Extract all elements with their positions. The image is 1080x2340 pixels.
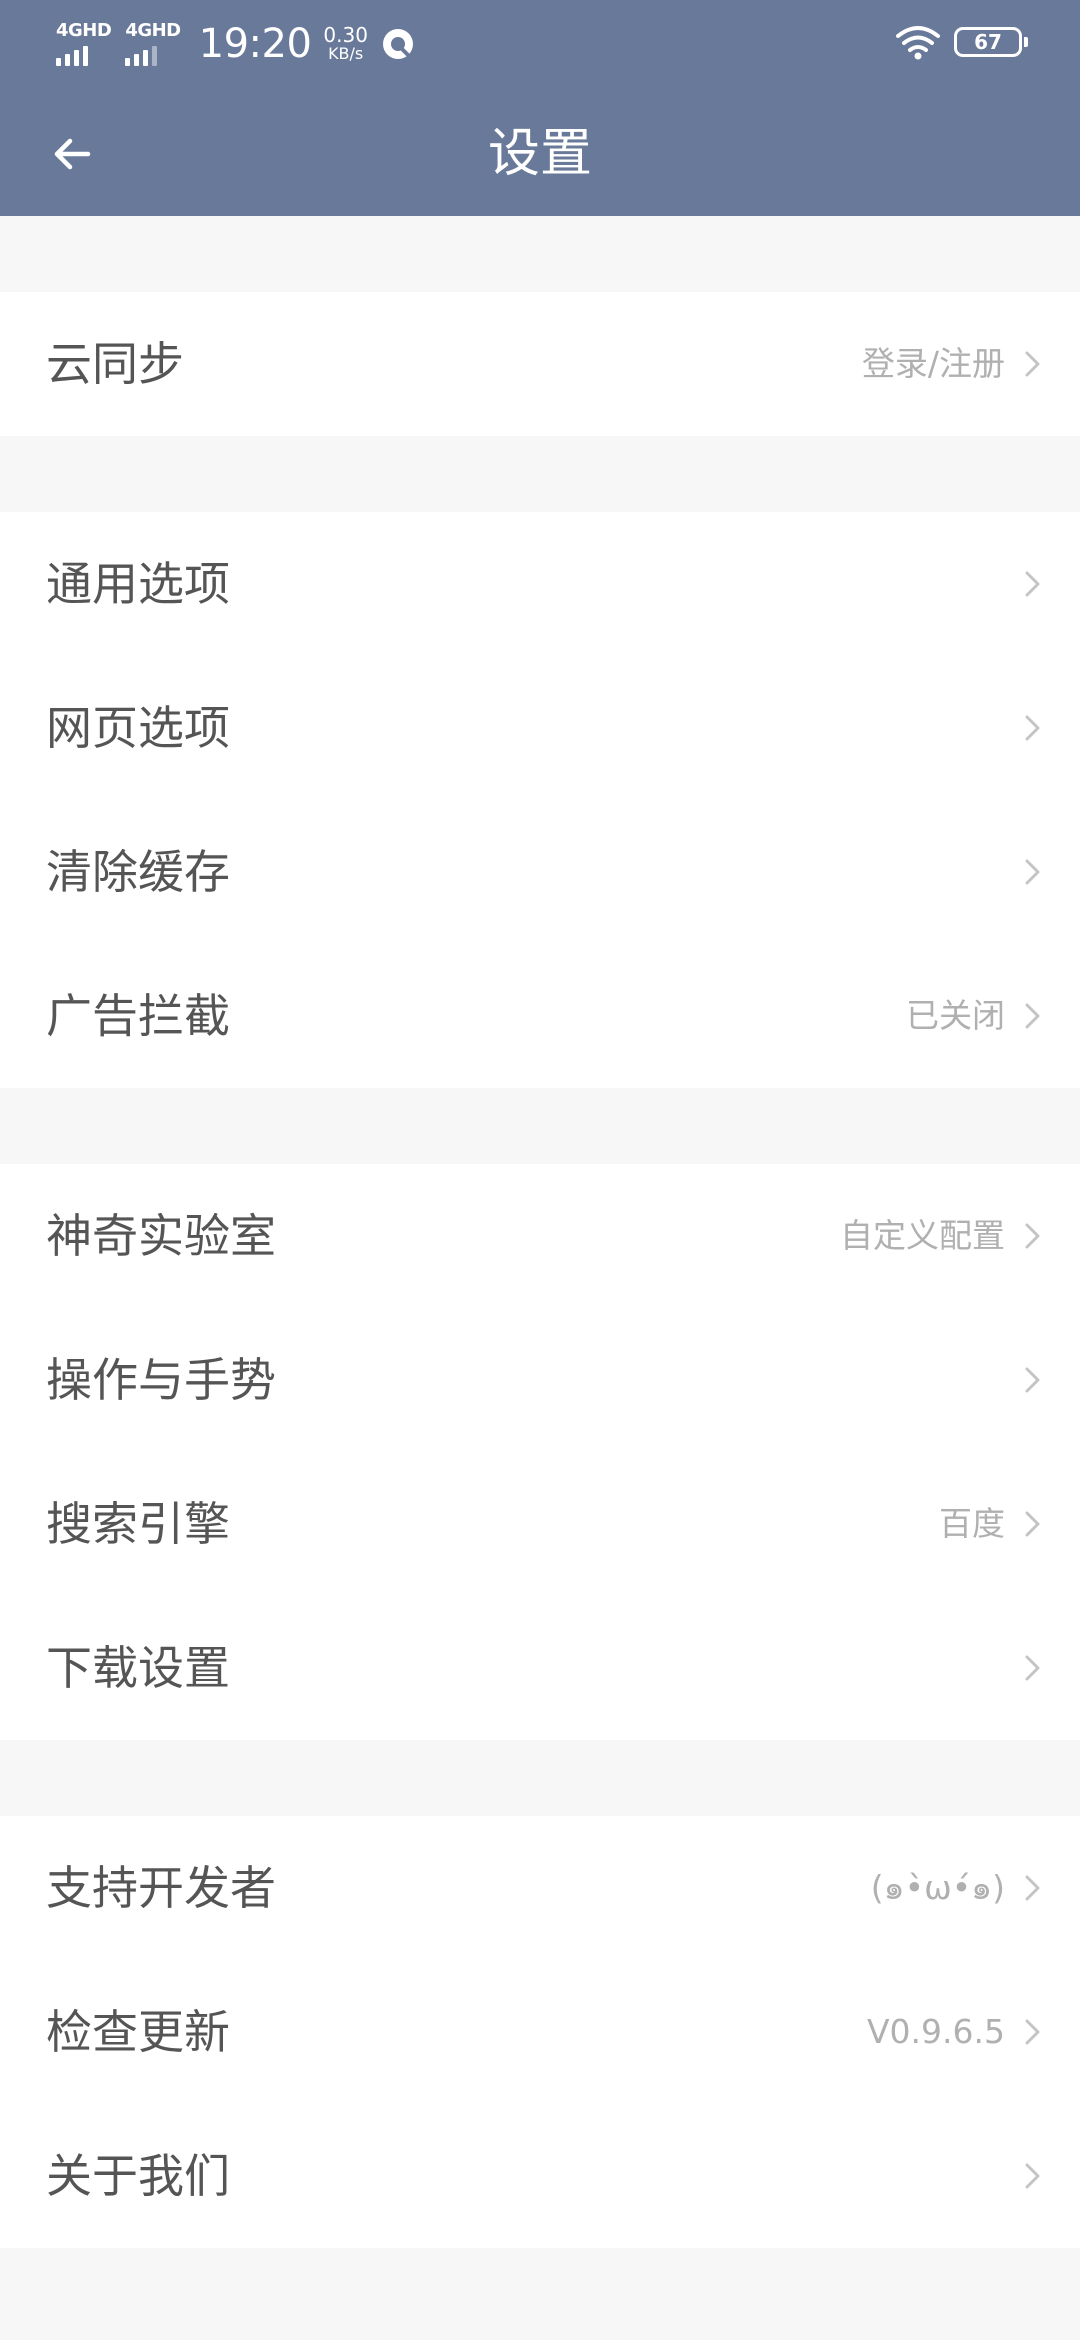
row-label: 通用选项: [46, 557, 230, 611]
row-value: V0.9.6.5: [866, 2012, 1005, 2051]
chevron-right-icon: [1025, 1003, 1040, 1029]
signal-label-1: 4GHD: [56, 20, 112, 41]
network-speed-unit: KB/s: [328, 44, 364, 63]
row-label: 广告拦截: [46, 989, 230, 1043]
settings-group-account: 云同步 登录/注册: [0, 292, 1080, 436]
row-label: 网页选项: [46, 701, 230, 755]
signal-indicator-1: 4GHD: [56, 20, 112, 66]
row-label: 搜索引擎: [46, 1497, 230, 1551]
signal-label-2: 4GHD: [125, 20, 181, 41]
chevron-right-icon: [1025, 859, 1040, 885]
row-label: 下载设置: [46, 1641, 230, 1695]
settings-row-support-developer[interactable]: 支持开发者 (๑•̀ω•́๑): [0, 1816, 1080, 1960]
settings-row-labs[interactable]: 神奇实验室 自定义配置: [0, 1164, 1080, 1308]
settings-group-about: 支持开发者 (๑•̀ω•́๑) 检查更新 V0.9.6.5 关于我们: [0, 1816, 1080, 2248]
battery-level: 67: [974, 30, 1002, 54]
network-speed-value: 0.30: [323, 23, 368, 47]
row-label: 清除缓存: [46, 845, 230, 899]
status-time: 19:20: [198, 21, 312, 67]
row-value: 自定义配置: [840, 1216, 1005, 1255]
status-right: 67: [894, 22, 1028, 62]
settings-row-gestures[interactable]: 操作与手势: [0, 1308, 1080, 1452]
settings-screen: 4GHD 4GHD 19:20 0.30 KB/s 67 设置 云同步 登录/注…: [0, 0, 1080, 2340]
row-label: 支持开发者: [46, 1861, 276, 1915]
chevron-right-icon: [1025, 1875, 1040, 1901]
row-value: (๑•̀ω•́๑): [870, 1868, 1005, 1907]
settings-row-ad-block[interactable]: 广告拦截 已关闭: [0, 944, 1080, 1088]
row-value: 已关闭: [906, 996, 1005, 1035]
chevron-right-icon: [1025, 2163, 1040, 2189]
chevron-right-icon: [1025, 1511, 1040, 1537]
page-title: 设置: [487, 124, 592, 184]
row-label: 检查更新: [46, 2005, 230, 2059]
status-left: 4GHD 4GHD 19:20 0.30 KB/s: [56, 14, 416, 74]
settings-group-general: 通用选项 网页选项 清除缓存 广告拦截 已关闭: [0, 512, 1080, 1088]
chevron-right-icon: [1025, 2019, 1040, 2045]
signal-indicator-2: 4GHD: [125, 20, 181, 66]
signal-bars-1-icon: [56, 44, 92, 66]
settings-group-advanced: 神奇实验室 自定义配置 操作与手势 搜索引擎 百度 下载设置: [0, 1164, 1080, 1740]
battery-icon: 67: [954, 27, 1028, 57]
chevron-right-icon: [1025, 1223, 1040, 1249]
chevron-right-icon: [1025, 1655, 1040, 1681]
chevron-right-icon: [1025, 1367, 1040, 1393]
row-label: 操作与手势: [46, 1353, 276, 1407]
settings-row-check-update[interactable]: 检查更新 V0.9.6.5: [0, 1960, 1080, 2104]
row-value: 登录/注册: [861, 344, 1005, 383]
settings-row-about-us[interactable]: 关于我们: [0, 2104, 1080, 2248]
row-value: 百度: [939, 1504, 1005, 1543]
row-label: 云同步: [46, 337, 184, 391]
network-speed: 0.30 KB/s: [323, 25, 368, 63]
chevron-right-icon: [1025, 715, 1040, 741]
chevron-right-icon: [1025, 351, 1040, 377]
settings-row-web-options[interactable]: 网页选项: [0, 656, 1080, 800]
row-label: 神奇实验室: [46, 1209, 276, 1263]
settings-row-clear-cache[interactable]: 清除缓存: [0, 800, 1080, 944]
row-label: 关于我们: [46, 2149, 230, 2203]
qq-notification-icon: [382, 29, 413, 59]
settings-row-search-engine[interactable]: 搜索引擎 百度: [0, 1452, 1080, 1596]
chevron-right-icon: [1025, 571, 1040, 597]
settings-row-cloud-sync[interactable]: 云同步 登录/注册: [0, 292, 1080, 436]
settings-row-general-options[interactable]: 通用选项: [0, 512, 1080, 656]
status-bar: 4GHD 4GHD 19:20 0.30 KB/s 67: [0, 0, 1080, 86]
wifi-icon: [896, 26, 940, 60]
header: 4GHD 4GHD 19:20 0.30 KB/s 67 设置: [0, 0, 1080, 216]
app-bar: 设置: [0, 86, 1080, 216]
settings-row-download-settings[interactable]: 下载设置: [0, 1596, 1080, 1740]
signal-bars-2-icon: [125, 44, 161, 66]
